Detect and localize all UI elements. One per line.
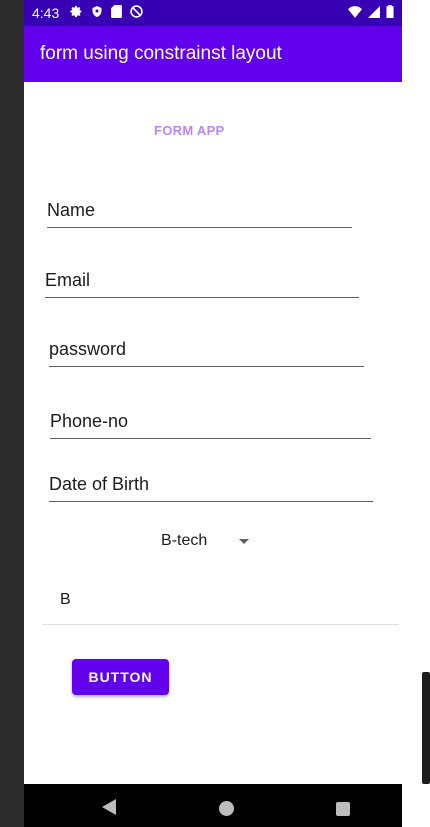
status-icons-left <box>70 5 143 18</box>
divider <box>43 624 399 625</box>
signal-icon <box>368 5 380 18</box>
phone-field-text: Phone-no <box>50 411 129 431</box>
phone-field[interactable]: Phone-no <box>50 397 371 439</box>
name-field[interactable]: Name <box>47 188 352 228</box>
navigation-bar <box>24 784 402 827</box>
app-title: form using constrainst layout <box>40 43 282 64</box>
email-field[interactable]: Email <box>45 258 359 298</box>
back-icon[interactable] <box>102 799 116 820</box>
shield-icon <box>91 5 103 18</box>
password-field[interactable]: password <box>49 326 364 367</box>
status-bar: 4:43 <box>24 0 402 26</box>
text-view-b: B <box>60 591 71 608</box>
scrollbar-thumb[interactable] <box>422 672 430 784</box>
gear-icon <box>70 5 83 18</box>
status-icons-right <box>348 5 394 18</box>
name-field-text: Name <box>47 200 96 220</box>
submit-button[interactable]: BUTTON <box>72 659 169 695</box>
sd-card-icon <box>111 5 122 18</box>
spinner-selected-value: B-tech <box>161 532 208 549</box>
recent-apps-icon[interactable] <box>336 802 350 816</box>
form-content: FORM APP Name Email password Phone-no Da… <box>24 82 402 784</box>
battery-icon <box>386 5 394 18</box>
no-disturb-icon <box>130 5 143 18</box>
home-icon[interactable] <box>219 801 234 816</box>
dropdown-arrow-icon <box>239 539 249 544</box>
course-spinner[interactable]: B-tech <box>161 531 261 553</box>
wifi-icon <box>348 5 362 18</box>
dob-field-text: Date of Birth <box>49 474 150 494</box>
status-time: 4:43 <box>32 5 60 21</box>
device-screen: 4:43 form using constrainst layout FORM … <box>0 0 430 827</box>
app-bar: form using constrainst layout <box>24 26 402 82</box>
email-field-text: Email <box>45 270 91 290</box>
password-field-text: password <box>49 339 127 359</box>
form-heading: FORM APP <box>154 123 225 138</box>
dob-field[interactable]: Date of Birth <box>49 463 373 502</box>
emulator-edge-left <box>0 0 24 827</box>
